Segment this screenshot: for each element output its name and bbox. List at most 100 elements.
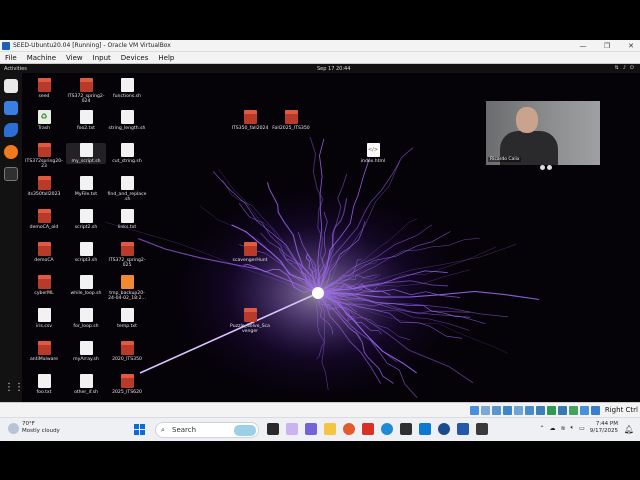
restore-icon[interactable]: ❐ bbox=[602, 42, 612, 50]
desktop-icon[interactable]: 2020_ITS350 bbox=[107, 341, 147, 362]
terminal-taskbar-icon[interactable] bbox=[476, 423, 488, 435]
desktop-icon[interactable]: myArray.sh bbox=[66, 341, 106, 362]
copilot-icon[interactable] bbox=[286, 423, 298, 435]
mouse-integration-icon[interactable] bbox=[580, 406, 589, 415]
desktop-icon[interactable]: its350fall2023 bbox=[24, 176, 64, 197]
desktop[interactable]: seed ♻ Trash ITS372spring20-23 its350fall202… bbox=[0, 73, 640, 402]
desktop-icon[interactable]: </> index.html bbox=[353, 143, 393, 164]
minimize-icon[interactable]: — bbox=[578, 42, 588, 50]
desktop-icon[interactable]: cut_string.sh bbox=[107, 143, 147, 164]
desktop-icon[interactable]: my_script.sh bbox=[66, 143, 106, 165]
desktop-icon[interactable]: MyFile.txt bbox=[66, 176, 106, 197]
menu-file[interactable]: File bbox=[0, 54, 22, 62]
vbox-titlebar[interactable]: SEED-Ubuntu20.04 [Running] - Oracle VM V… bbox=[0, 40, 640, 52]
usb-icon[interactable] bbox=[514, 406, 523, 415]
mail-icon[interactable] bbox=[362, 423, 374, 435]
keyboard-icon[interactable] bbox=[591, 406, 600, 415]
desktop-icon[interactable]: demoCA_old bbox=[24, 209, 64, 230]
folder-icon bbox=[284, 110, 298, 124]
volume-icon: ♪ bbox=[622, 65, 627, 71]
desktop-icon[interactable]: script2.sh bbox=[66, 209, 106, 230]
desktop-icon[interactable]: ♻ Trash bbox=[24, 110, 64, 131]
hdd-icon[interactable] bbox=[470, 406, 479, 415]
overlay-ribbon[interactable] bbox=[540, 165, 552, 170]
desktop-icon[interactable]: script3.sh bbox=[66, 242, 106, 263]
chevron-up-icon[interactable]: ⌃ bbox=[539, 425, 544, 432]
desktop-icon[interactable]: foo2.txt bbox=[66, 110, 106, 131]
taskbar-search[interactable]: ⌕ Search bbox=[155, 422, 259, 438]
cpu-icon[interactable] bbox=[558, 406, 567, 415]
desktop-icon[interactable]: Fall2025_ITS350 bbox=[271, 110, 311, 131]
app-grid-icon[interactable]: ⋮⋮ bbox=[4, 381, 24, 395]
firefox-taskbar-icon[interactable] bbox=[343, 423, 355, 435]
guest-additions-icon[interactable] bbox=[569, 406, 578, 415]
gnome-tray[interactable]: ⇅ ♪ ⏻ bbox=[615, 65, 634, 71]
desktop-icon[interactable]: string_length.sh bbox=[107, 110, 147, 131]
desktop-icon-label: 2020_ITS350 bbox=[112, 357, 142, 362]
desktop-icon[interactable]: ITS372spring20-23 bbox=[24, 143, 64, 170]
edge-icon[interactable] bbox=[381, 423, 393, 435]
battery-icon[interactable]: ▭ bbox=[579, 425, 585, 432]
recording-icon[interactable] bbox=[547, 406, 556, 415]
desktop-icon[interactable]: antiMalware bbox=[24, 341, 64, 362]
menu-devices[interactable]: Devices bbox=[116, 54, 154, 62]
virtualbox-taskbar-icon[interactable] bbox=[457, 423, 469, 435]
optical-drive-icon[interactable] bbox=[481, 406, 490, 415]
desktop-icon[interactable]: other_if.sh bbox=[66, 374, 106, 395]
vscode-icon[interactable] bbox=[419, 423, 431, 435]
terminal-icon[interactable] bbox=[4, 167, 18, 181]
desktop-icon[interactable]: temp.txt bbox=[107, 308, 147, 329]
gnome-clock[interactable]: Sep 17 20:44 bbox=[317, 66, 350, 72]
taskbar-clock[interactable]: 7:44 PM 9/17/2025 bbox=[590, 421, 618, 435]
desktop-icon[interactable]: ITS372_spring2-025 bbox=[107, 242, 147, 269]
desktop-icon[interactable]: functions.sh bbox=[107, 78, 147, 99]
menu-view[interactable]: View bbox=[61, 54, 88, 62]
trash-icon: ♻ bbox=[37, 110, 51, 124]
display-icon[interactable] bbox=[536, 406, 545, 415]
menu-input[interactable]: Input bbox=[88, 54, 116, 62]
file-explorer-icon[interactable] bbox=[324, 423, 336, 435]
speaker-icon[interactable]: 🔈︎ bbox=[571, 424, 575, 432]
cloud-sync-icon[interactable]: ☁ bbox=[549, 425, 555, 432]
close-icon[interactable]: ✕ bbox=[626, 42, 636, 50]
desktop-icon[interactable]: links.txt bbox=[107, 209, 147, 230]
wifi-icon[interactable]: ≋ bbox=[560, 425, 565, 432]
task-view-icon[interactable] bbox=[267, 423, 279, 435]
desktop-icon[interactable]: 2025_ITS620 bbox=[107, 374, 147, 395]
desktop-icon[interactable]: iris.csv bbox=[24, 308, 64, 329]
store-icon[interactable] bbox=[400, 423, 412, 435]
desktop-icon[interactable]: cyberML bbox=[24, 275, 64, 296]
desktop-icon[interactable]: tmp_backup20-24-04-02_18:2... bbox=[107, 275, 147, 302]
windows-start-icon[interactable] bbox=[134, 424, 145, 435]
vpn-icon[interactable] bbox=[438, 423, 450, 435]
show-desktop-icon[interactable] bbox=[4, 101, 18, 115]
files-icon[interactable] bbox=[4, 79, 18, 93]
shared-folder-icon[interactable] bbox=[525, 406, 534, 415]
folder-icon bbox=[37, 143, 51, 157]
teams-icon[interactable] bbox=[305, 423, 317, 435]
desktop-icon[interactable]: Puzzle_Solve_Scavenger bbox=[230, 308, 270, 335]
desktop-icon[interactable]: demoCA bbox=[24, 242, 64, 263]
wireshark-icon[interactable] bbox=[4, 123, 18, 137]
desktop-icon[interactable]: scavengerHunt bbox=[230, 242, 270, 263]
weather-desc: Mostly cloudy bbox=[22, 428, 60, 434]
desktop-icon[interactable]: seed bbox=[24, 78, 64, 99]
activities-button[interactable]: Activities bbox=[4, 66, 27, 72]
system-tray[interactable]: ⌃ ☁ ≋ 🔈︎ ▭ 7:44 PM 9/17/2025 bbox=[539, 421, 618, 435]
audio-icon[interactable] bbox=[492, 406, 501, 415]
webcam-overlay[interactable]: Ricardo Calix bbox=[486, 101, 600, 165]
weather-widget[interactable]: 70°F Mostly cloudy bbox=[8, 421, 60, 435]
menu-machine[interactable]: Machine bbox=[22, 54, 61, 62]
desktop-icon[interactable]: while_loop.sh bbox=[66, 275, 106, 296]
notification-bell-icon[interactable]: 🔔︎ bbox=[624, 425, 634, 434]
file-icon bbox=[120, 143, 134, 157]
desktop-icon[interactable]: for_loop.sh bbox=[66, 308, 106, 329]
desktop-icon[interactable]: ITS350_fall2024 bbox=[230, 110, 270, 131]
desktop-icon[interactable]: find_and_replace.sh bbox=[107, 176, 147, 203]
network-adapter-icon[interactable] bbox=[503, 406, 512, 415]
menu-help[interactable]: Help bbox=[153, 54, 179, 62]
firefox-icon[interactable] bbox=[4, 145, 18, 159]
desktop-icon-label: find_and_replace.sh bbox=[107, 192, 147, 203]
desktop-icon[interactable]: foo.txt bbox=[24, 374, 64, 395]
desktop-icon[interactable]: ITS372_spring2-024 bbox=[66, 78, 106, 105]
